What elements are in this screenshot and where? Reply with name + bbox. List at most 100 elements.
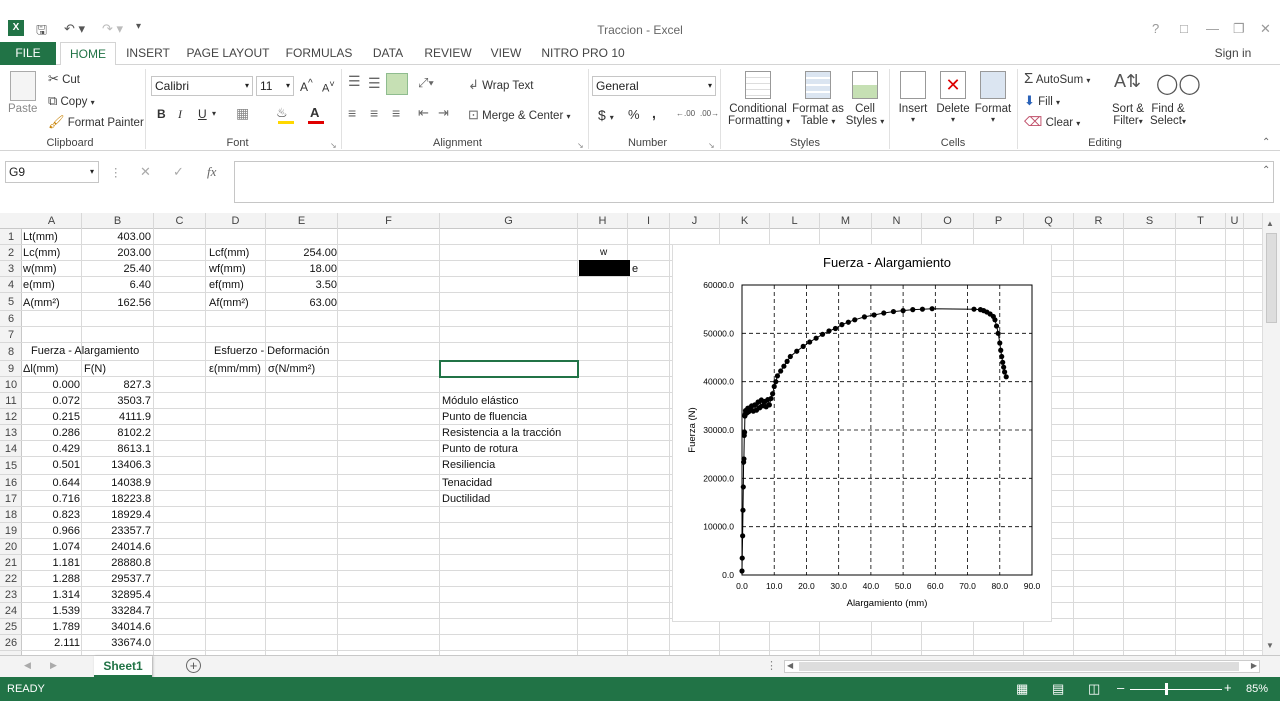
- close-button[interactable]: ✕: [1260, 21, 1271, 37]
- row-header-17[interactable]: 17: [0, 491, 22, 507]
- number-format-select[interactable]: General ▾: [592, 76, 716, 96]
- cell-delta-l[interactable]: 1.314: [23, 587, 80, 603]
- chart-fuerza-alargamiento[interactable]: 0.0 10.0 20.0 30.0 40.0 50.0 60.0 70.0 80.0 90.0 0…: [672, 244, 1052, 622]
- font-dialog-launcher-icon[interactable]: ↘: [330, 141, 337, 150]
- cell-a8[interactable]: Fuerza - Alargamiento: [31, 343, 139, 359]
- bold-button[interactable]: B: [157, 107, 166, 121]
- cell-delta-l[interactable]: 0.286: [23, 425, 80, 441]
- row-header-26[interactable]: 26: [0, 635, 22, 651]
- column-header-s[interactable]: S: [1124, 213, 1176, 229]
- help-button[interactable]: ?: [1152, 21, 1159, 36]
- tab-nitro[interactable]: NITRO PRO 10: [540, 42, 626, 65]
- tab-home[interactable]: HOME: [60, 42, 116, 66]
- row-header-1[interactable]: 1: [0, 229, 22, 245]
- column-header-j[interactable]: J: [670, 213, 720, 229]
- column-header-f[interactable]: F: [338, 213, 440, 229]
- page-layout-view-icon[interactable]: ▤: [1052, 681, 1064, 697]
- cell-delta-l[interactable]: 2.111: [23, 635, 80, 651]
- cell-b5[interactable]: 162.56: [84, 295, 151, 311]
- align-bottom-button[interactable]: [386, 73, 408, 95]
- formula-input[interactable]: [234, 161, 1274, 203]
- decrease-decimal-icon[interactable]: .00→: [700, 109, 719, 118]
- cell-d8[interactable]: Esfuerzo - Deformación: [214, 343, 330, 359]
- horizontal-scroll-thumb[interactable]: [799, 662, 1239, 671]
- clear-button[interactable]: ⌫ Clear ▾: [1024, 114, 1080, 130]
- row-header-22[interactable]: 22: [0, 571, 22, 587]
- scroll-left-icon[interactable]: ◀: [787, 661, 793, 670]
- cell-delta-l[interactable]: 1.181: [23, 555, 80, 571]
- tab-view[interactable]: VIEW: [486, 42, 526, 65]
- italic-button[interactable]: I: [178, 107, 182, 122]
- cell-d5[interactable]: Af(mm²): [209, 295, 249, 311]
- comma-button[interactable]: ,: [652, 105, 656, 121]
- alignment-dialog-launcher-icon[interactable]: ↘: [577, 141, 584, 150]
- insert-function-button[interactable]: fx: [207, 164, 216, 180]
- column-header-n[interactable]: N: [872, 213, 922, 229]
- insert-cells-icon[interactable]: [900, 71, 926, 99]
- row-header-21[interactable]: 21: [0, 555, 22, 571]
- grow-font-button[interactable]: A^: [300, 78, 313, 94]
- next-sheet-icon[interactable]: ▶: [50, 660, 57, 671]
- cell-i3[interactable]: e: [632, 261, 638, 277]
- delete-cells-button[interactable]: Delete ▾: [934, 103, 972, 124]
- cell-force[interactable]: 23357.7: [84, 523, 151, 539]
- cell-e9[interactable]: σ(N/mm²): [268, 361, 315, 377]
- conditional-formatting-icon[interactable]: [745, 71, 771, 99]
- cell-force[interactable]: 3503.7: [84, 393, 151, 409]
- underline-button[interactable]: U: [198, 107, 207, 121]
- cell-a4[interactable]: e(mm): [23, 277, 55, 293]
- cell-delta-l[interactable]: 1.288: [23, 571, 80, 587]
- cell-property-label[interactable]: Punto de rotura: [442, 441, 518, 457]
- tab-data[interactable]: DATA: [366, 42, 410, 65]
- find-select-button[interactable]: Find & Select▾: [1148, 103, 1188, 127]
- borders-icon[interactable]: ▦: [236, 105, 249, 122]
- vertical-scrollbar[interactable]: ▲ ▼: [1262, 213, 1280, 655]
- column-header-g[interactable]: G: [440, 213, 578, 229]
- cell-b9[interactable]: F(N): [84, 361, 106, 377]
- zoom-in-button[interactable]: +: [1224, 680, 1232, 695]
- format-as-table-button[interactable]: Format as Table ▾: [792, 103, 844, 127]
- cell-e5[interactable]: 63.00: [267, 295, 337, 311]
- prev-sheet-icon[interactable]: ◀: [24, 660, 31, 671]
- cell-delta-l[interactable]: 0.644: [23, 475, 80, 491]
- split-handle-icon[interactable]: ⋮: [766, 659, 777, 672]
- row-header-13[interactable]: 13: [0, 425, 22, 441]
- cell-a3[interactable]: w(mm): [23, 261, 57, 277]
- column-header-q[interactable]: Q: [1024, 213, 1074, 229]
- cell-delta-l[interactable]: 1.789: [23, 619, 80, 635]
- row-header-20[interactable]: 20: [0, 539, 22, 555]
- tab-formulas[interactable]: FORMULAS: [284, 42, 354, 65]
- shrink-font-button[interactable]: A˅: [322, 79, 335, 95]
- normal-view-icon[interactable]: ▦: [1016, 681, 1028, 697]
- cell-delta-l[interactable]: 0.429: [23, 441, 80, 457]
- chevron-down-icon[interactable]: ▾: [212, 109, 216, 118]
- enter-edit-button[interactable]: ✓: [173, 164, 184, 180]
- cell-force[interactable]: 33674.0: [84, 635, 151, 651]
- column-header-h[interactable]: H: [578, 213, 628, 229]
- insert-cells-button[interactable]: Insert ▾: [896, 103, 930, 124]
- cell-a2[interactable]: Lc(mm): [23, 245, 60, 261]
- cell-b3[interactable]: 25.40: [84, 261, 151, 277]
- conditional-formatting-button[interactable]: Conditional Formatting ▾: [728, 103, 790, 127]
- tab-insert[interactable]: INSERT: [124, 42, 172, 65]
- paste-button[interactable]: Paste: [8, 103, 37, 115]
- fill-button[interactable]: ⬇ Fill ▾: [1024, 93, 1060, 109]
- minimize-button[interactable]: —: [1206, 21, 1219, 36]
- row-header-3[interactable]: 3: [0, 261, 22, 277]
- percent-button[interactable]: %: [628, 107, 640, 122]
- row-header-25[interactable]: 25: [0, 619, 22, 635]
- column-header-t[interactable]: T: [1176, 213, 1226, 229]
- zoom-level[interactable]: 85%: [1246, 683, 1268, 695]
- autosum-button[interactable]: Σ AutoSum ▾: [1024, 70, 1090, 87]
- font-size-select[interactable]: 11 ▾: [256, 76, 294, 96]
- increase-indent-icon[interactable]: ⇥: [438, 105, 449, 121]
- cell-delta-l[interactable]: 0.072: [23, 393, 80, 409]
- zoom-out-button[interactable]: –: [1117, 680, 1124, 695]
- merge-center-button[interactable]: ⊡ Merge & Center ▾: [468, 107, 571, 123]
- align-left-icon[interactable]: ≡: [348, 105, 356, 121]
- cell-property-label[interactable]: Ductilidad: [442, 491, 490, 507]
- column-header-i[interactable]: I: [628, 213, 670, 229]
- row-header-24[interactable]: 24: [0, 603, 22, 619]
- align-right-icon[interactable]: ≡: [392, 105, 400, 121]
- currency-button[interactable]: $ ▾: [598, 107, 614, 123]
